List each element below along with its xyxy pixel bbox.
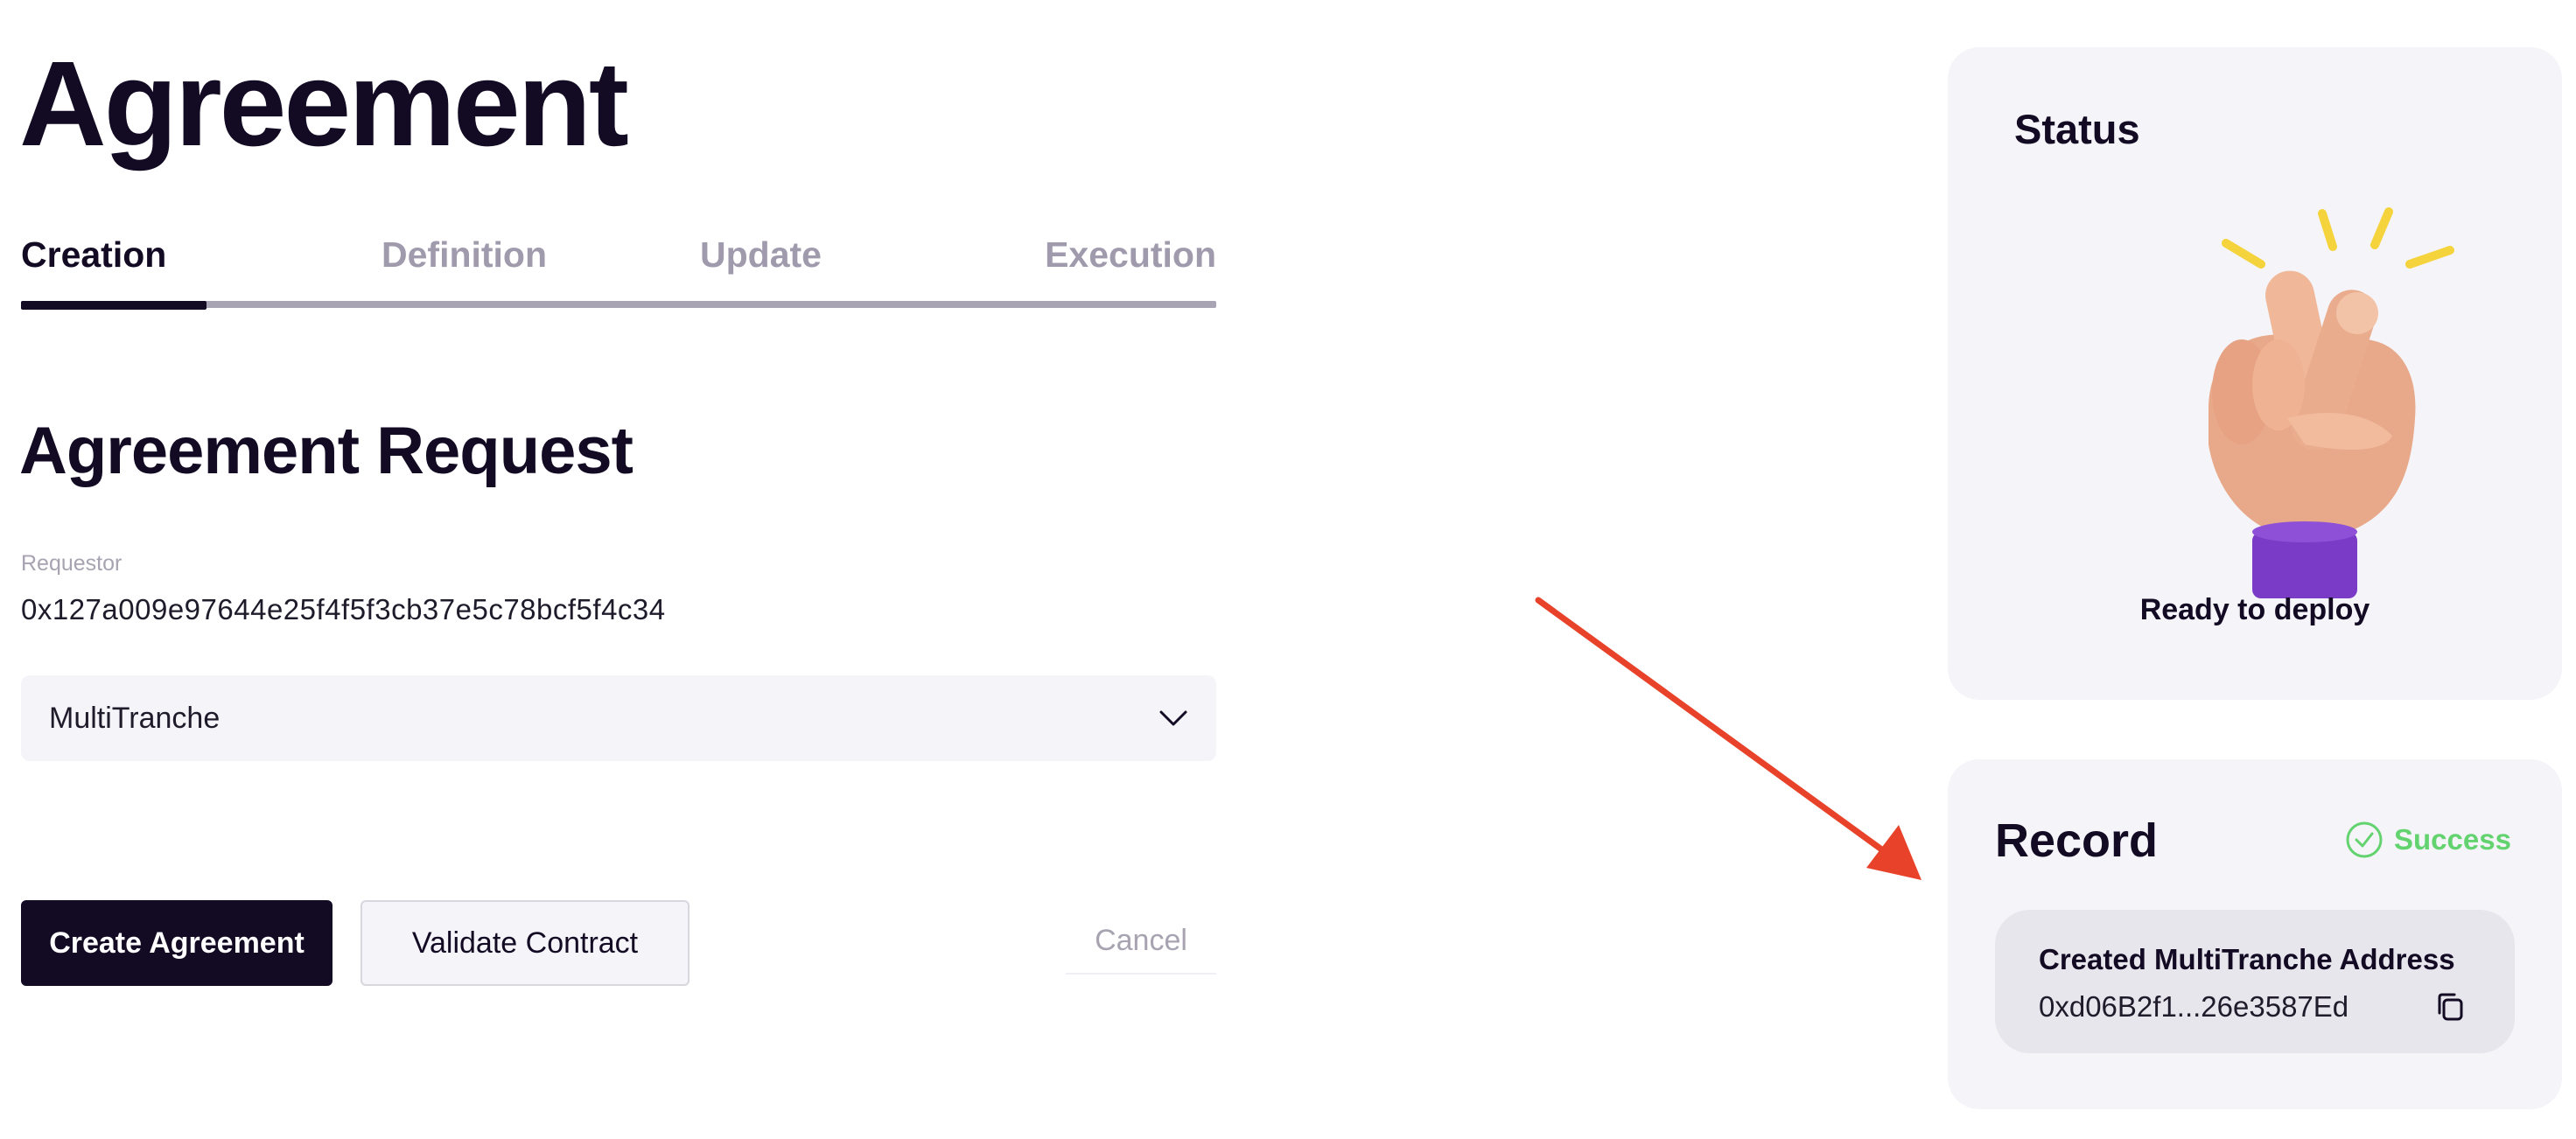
cancel-button[interactable]: Cancel [1066,924,1216,975]
success-label: Success [2394,823,2511,856]
agreement-type-value: MultiTranche [49,701,220,735]
status-title: Status [2014,106,2140,152]
check-circle-icon [2346,821,2383,858]
requestor-value: 0x127a009e97644e25f4f5f3cb37e5c78bcf5f4c… [21,593,666,625]
tab-active-indicator [21,301,206,310]
record-card: Record Success Created MultiTranche Addr… [1948,759,2562,1109]
address-value: 0xd06B2f1...26e3587Ed [2039,990,2349,1023]
create-agreement-button[interactable]: Create Agreement [21,900,332,986]
crossed-fingers-illustration [2208,207,2454,598]
tab-execution[interactable]: Execution [1045,234,1216,276]
tab-bar: Creation Definition Update Execution [21,234,1216,311]
copy-icon[interactable] [2434,990,2466,1024]
record-title: Record [1995,814,2159,867]
requestor-label: Requestor [21,551,122,576]
success-badge: Success [2345,821,2511,859]
agreement-type-select[interactable]: MultiTranche [21,675,1216,761]
address-label: Created MultiTranche Address [2039,943,2455,975]
address-box: Created MultiTranche Address 0xd06B2f1..… [1995,910,2515,1053]
section-title: Agreement Request [19,414,634,488]
page-title: Agreement [19,37,629,171]
validate-contract-button[interactable]: Validate Contract [360,900,690,986]
chevron-down-icon [1159,710,1187,726]
arrow-icon [1535,597,1922,880]
tab-creation[interactable]: Creation [21,234,166,276]
status-card: Status Ready to deploy [1948,47,2562,700]
tab-update[interactable]: Update [700,234,822,276]
status-text: Ready to deploy [2139,593,2370,626]
tab-definition[interactable]: Definition [382,234,547,276]
